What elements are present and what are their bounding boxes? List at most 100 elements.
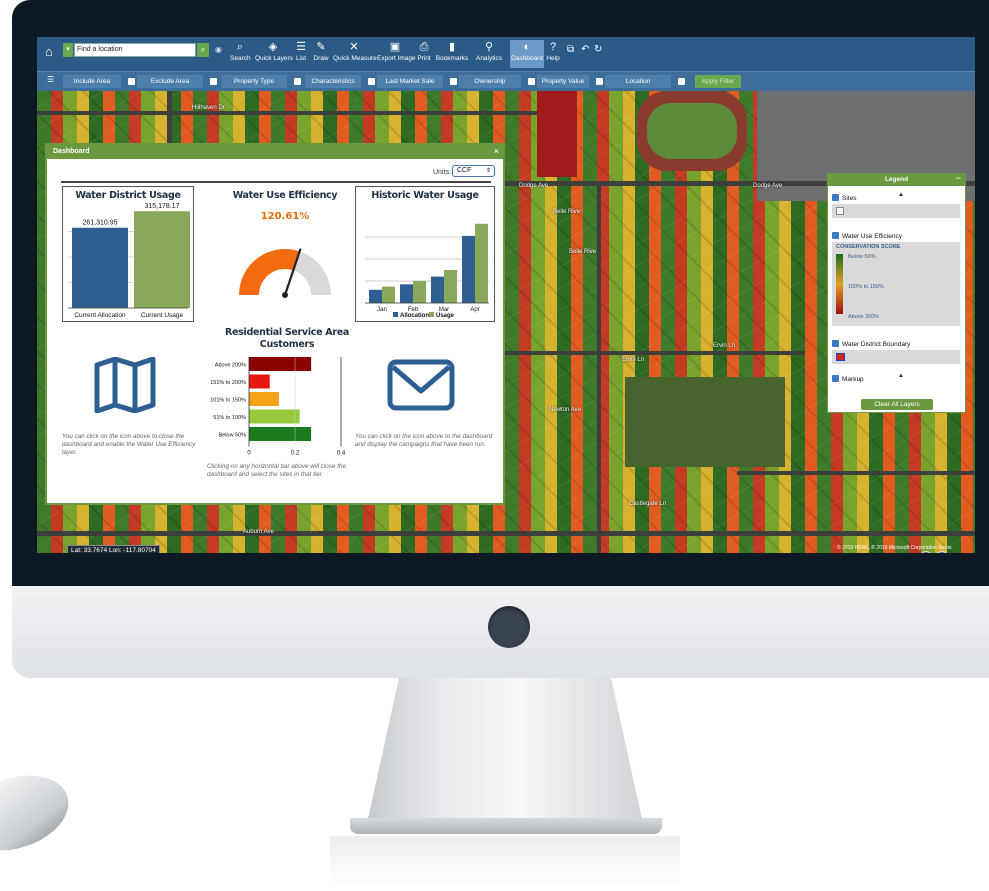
units-label: Units: bbox=[433, 169, 451, 176]
tick-label: 0 bbox=[247, 451, 251, 457]
gauge-fill bbox=[239, 249, 300, 295]
toolbar-draw-button[interactable]: ✎ Draw bbox=[312, 40, 330, 68]
category-label: Current Usage bbox=[141, 312, 184, 319]
bar bbox=[413, 281, 426, 303]
data-label: 315,178.17 bbox=[144, 203, 179, 210]
location-search-input[interactable]: Find a location bbox=[74, 43, 196, 57]
legend-layer-water-use-efficiency[interactable]: Water Use Efficiency bbox=[832, 232, 960, 240]
filter-checkbox[interactable] bbox=[678, 78, 685, 85]
bar bbox=[431, 276, 444, 303]
search-go-icon[interactable]: ⌕ bbox=[197, 43, 209, 57]
filter-characteristics[interactable]: Characteristics bbox=[305, 75, 375, 88]
gauge-hub bbox=[282, 292, 288, 298]
efficiency-gauge[interactable] bbox=[233, 235, 337, 301]
category-label: 51% to 100% bbox=[213, 415, 246, 421]
street-label: Newton Ave bbox=[549, 407, 581, 413]
mail-icon-hint: You can click on the icon above to the d… bbox=[355, 433, 493, 448]
toolbar-analytics-button[interactable]: ⚲ Analytics bbox=[471, 40, 507, 68]
checkbox-checked[interactable] bbox=[832, 232, 839, 239]
checkbox-checked[interactable] bbox=[832, 340, 839, 347]
apply-filter-button[interactable]: Apply Filter bbox=[695, 75, 741, 88]
clear-all-layers-button[interactable]: Clear All Layers bbox=[861, 399, 933, 410]
bar bbox=[444, 270, 457, 303]
mail-icon[interactable] bbox=[387, 359, 455, 411]
toolbar-bookmarks-button[interactable]: ▮ Bookmarks bbox=[435, 40, 469, 68]
filter-checkbox[interactable] bbox=[368, 78, 375, 85]
conservation-title: CONSERVATION SCORE bbox=[836, 244, 901, 250]
legend-title: Legend bbox=[828, 174, 965, 186]
filter-last-market-sale[interactable]: Last Market Sale bbox=[377, 75, 457, 88]
zoom-in-button[interactable]: + bbox=[935, 551, 949, 553]
home-icon[interactable]: ⌂ bbox=[45, 44, 53, 59]
map-road bbox=[37, 111, 537, 115]
filter-location[interactable]: Location bbox=[605, 75, 685, 88]
desktop-scene: ⌂ ▾ Find a location ⌕ ◉ ⌕ Search ◈ Quick L… bbox=[0, 0, 989, 891]
water-use-efficiency-title: Water Use Efficiency bbox=[232, 190, 338, 201]
toolbar-list-button[interactable]: ☰ List bbox=[294, 40, 308, 68]
filter-property-type[interactable]: Property Type bbox=[221, 75, 301, 88]
legend-layer-water-district-boundary[interactable]: Water District Boundary bbox=[832, 340, 960, 348]
historic-water-usage-chart[interactable]: Jan Feb Mar AprAllocation Usage bbox=[355, 203, 495, 322]
water-district-usage-chart[interactable]: 261,310.95 Current Allocation 315,178.17 Cu… bbox=[62, 203, 194, 322]
close-icon[interactable]: × bbox=[494, 146, 499, 156]
menu-icon[interactable]: ☰ bbox=[47, 75, 54, 84]
new-window-icon[interactable]: ⧉ bbox=[567, 44, 574, 55]
toolbar-dashboard-button[interactable]: ◐ Dashboard bbox=[510, 40, 544, 68]
filter-checkbox[interactable] bbox=[210, 78, 217, 85]
caret-up-icon[interactable]: ▲ bbox=[898, 373, 904, 379]
toolbar-quick-layers-button[interactable]: ◈ Quick Layers bbox=[255, 40, 293, 68]
question-icon: ? bbox=[549, 41, 557, 53]
filter-property-value[interactable]: Property Value bbox=[537, 75, 603, 88]
category-label: 101% to 150% bbox=[210, 398, 246, 404]
water-district-usage-title: Water District Usage bbox=[75, 190, 181, 201]
search-icon: ⌕ bbox=[236, 41, 244, 53]
bar bbox=[369, 289, 382, 303]
pencil-icon: ✎ bbox=[316, 41, 326, 53]
toolbar-print-button[interactable]: ⎙ Print bbox=[416, 40, 432, 68]
location-dropdown[interactable]: ▾ bbox=[63, 43, 73, 57]
street-label: Dodge Ave bbox=[753, 183, 783, 189]
minimize-icon[interactable]: − bbox=[956, 173, 961, 183]
checkbox-checked[interactable] bbox=[832, 375, 839, 382]
filter-checkbox[interactable] bbox=[128, 78, 135, 85]
filter-checkbox[interactable] bbox=[450, 78, 457, 85]
filter-checkbox[interactable] bbox=[596, 78, 603, 85]
tick-label: 0.4 bbox=[337, 451, 346, 457]
toolbar-help-button[interactable]: ? Help bbox=[545, 40, 561, 68]
filter-include-area[interactable]: Include Area bbox=[63, 75, 135, 88]
street-label: Auburn Ave bbox=[243, 529, 274, 535]
caret-up-icon[interactable]: ▲ bbox=[898, 192, 904, 198]
bar bbox=[400, 284, 413, 303]
category-label: 151% to 200% bbox=[210, 380, 246, 386]
legend-layer-sites[interactable]: Sites bbox=[832, 194, 960, 202]
undo-icon[interactable]: ↶ bbox=[581, 44, 589, 55]
legend-layer-markup[interactable]: Markup bbox=[832, 375, 960, 383]
list-icon: ☰ bbox=[296, 41, 306, 53]
toolbar-quick-measure-button[interactable]: ✕ Quick Measure bbox=[333, 40, 377, 68]
zoom-out-button[interactable]: − bbox=[919, 551, 933, 553]
residential-service-chart[interactable]: Above 200% 151% to 200% 101% to 150% 51% to… bbox=[199, 351, 349, 461]
map-turf bbox=[647, 103, 737, 159]
units-select[interactable]: CCF ⇕ bbox=[452, 165, 495, 177]
map-stadium bbox=[637, 91, 747, 171]
scale-label: 100% to 150% bbox=[848, 284, 884, 290]
bar bbox=[134, 211, 190, 308]
refresh-icon[interactable]: ↻ bbox=[594, 44, 602, 55]
filter-checkbox[interactable] bbox=[294, 78, 301, 85]
toolbar-export-image-button[interactable]: ▣ Export Image bbox=[377, 40, 416, 68]
filter-exclude-area[interactable]: Exclude Area bbox=[137, 75, 217, 88]
printer-icon: ⎙ bbox=[419, 41, 429, 53]
filter-checkbox[interactable] bbox=[528, 78, 535, 85]
bookmark-icon: ▮ bbox=[448, 41, 456, 53]
legend-label: Usage bbox=[436, 313, 455, 319]
legend-label: Allocation bbox=[400, 313, 429, 319]
map-road bbox=[505, 351, 805, 355]
efficiency-value: 120.61% bbox=[260, 211, 310, 222]
toolbar-search-button[interactable]: ⌕ Search bbox=[230, 40, 251, 68]
map-icon-hint: You can click on the icon above to close… bbox=[62, 433, 196, 456]
filter-ownership[interactable]: Ownership bbox=[459, 75, 535, 88]
checkbox-checked[interactable] bbox=[832, 194, 839, 201]
gauge-track bbox=[293, 251, 331, 295]
map-icon[interactable] bbox=[93, 357, 157, 413]
gps-icon[interactable]: ◉ bbox=[215, 45, 222, 54]
